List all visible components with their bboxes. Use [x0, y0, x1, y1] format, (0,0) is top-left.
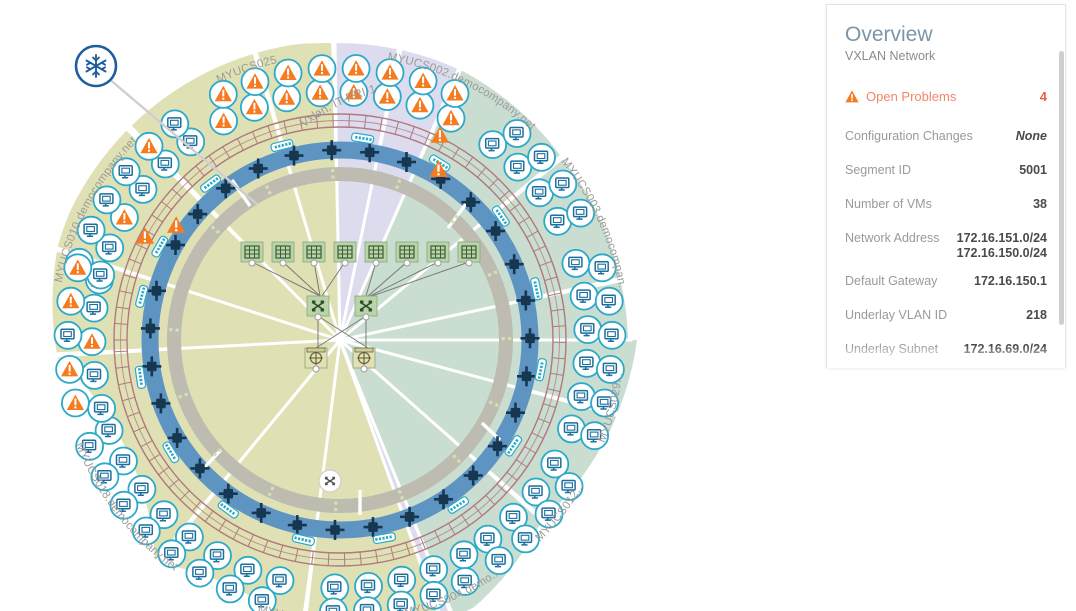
vm-icon[interactable] — [528, 144, 555, 171]
warning-icon[interactable] — [406, 92, 433, 119]
vm-icon[interactable] — [571, 283, 598, 310]
overview-row-label: Underlay VLAN ID — [845, 308, 947, 322]
warning-icon[interactable] — [56, 356, 83, 383]
vm-icon[interactable] — [562, 250, 589, 277]
overview-property-list: Configuration Changes None Segment ID 5001 N… — [845, 123, 1047, 368]
topology-host-node[interactable] — [334, 242, 356, 266]
open-problems-count: 4 — [1040, 89, 1047, 104]
warning-icon[interactable] — [438, 105, 465, 132]
overview-row: Default Gateway 172.16.150.1 — [845, 268, 1047, 302]
topology-switch-node[interactable] — [355, 296, 377, 320]
overview-panel[interactable]: Overview VXLAN Network Open Problems 4 C… — [826, 4, 1066, 368]
gray-ring-switch-node[interactable] — [319, 470, 341, 492]
vm-icon[interactable] — [217, 575, 244, 602]
node-connector — [311, 260, 317, 266]
brick-seam — [114, 351, 127, 352]
node-connector — [315, 314, 321, 320]
node-connector — [249, 260, 255, 266]
overview-row: Underlay Subnet 172.16.69.0/24 — [845, 336, 1047, 368]
overview-row-label: Number of VMs — [845, 197, 932, 211]
overview-row: Configuration Changes None — [845, 123, 1047, 157]
vm-icon[interactable] — [479, 131, 506, 158]
vm-icon[interactable] — [186, 560, 213, 587]
overview-row-value: None — [1016, 129, 1047, 143]
topology-switch-node[interactable] — [307, 296, 329, 320]
open-problems-label: Open Problems — [866, 89, 956, 104]
warning-icon[interactable] — [343, 55, 370, 82]
vm-icon[interactable] — [512, 525, 539, 552]
topology-router-node[interactable] — [305, 348, 327, 372]
panel-subtitle: VXLAN Network — [845, 49, 1047, 63]
overview-row-label: Network Address — [845, 231, 939, 245]
overview-row-value: 218 — [1026, 308, 1047, 322]
node-connector — [361, 366, 367, 372]
warning-icon[interactable] — [309, 55, 336, 82]
node-connector — [404, 260, 410, 266]
vxlan-radial-topology[interactable]: MYUCS002.democompany.net MYUCS025... MYUCS… — [0, 0, 680, 611]
overview-row: Network Address 172.16.151.0/24 172.16.150… — [845, 225, 1047, 268]
brick-seam — [328, 553, 329, 566]
node-connector — [373, 260, 379, 266]
vm-icon[interactable] — [388, 567, 415, 594]
vm-icon[interactable] — [599, 322, 626, 349]
topology-host-node[interactable] — [458, 242, 480, 266]
warning-icon[interactable] — [210, 108, 237, 135]
warning-triangle-icon — [845, 90, 859, 103]
vm-icon[interactable] — [81, 362, 108, 389]
vm-icon[interactable] — [55, 322, 82, 349]
overview-row-label: Configuration Changes — [845, 129, 973, 143]
topology-host-node[interactable] — [303, 242, 325, 266]
vertical-scrollbar[interactable] — [1059, 51, 1064, 325]
warning-icon[interactable] — [62, 390, 89, 417]
node-connector — [363, 314, 369, 320]
overview-row-label: Segment ID — [845, 163, 911, 177]
node-connector — [466, 260, 472, 266]
overview-row-value: 5001 — [1019, 163, 1047, 177]
app-canvas: MYUCS002.democompany.net MYUCS025... MYUCS… — [0, 0, 1076, 611]
overview-row: Underlay VLAN ID 218 — [845, 302, 1047, 336]
topology-host-node[interactable] — [241, 242, 263, 266]
vm-icon[interactable] — [88, 395, 115, 422]
topology-host-node[interactable] — [272, 242, 294, 266]
overview-row: Number of VMs 38 — [845, 191, 1047, 225]
overview-row: Segment ID 5001 — [845, 157, 1047, 191]
warning-icon[interactable] — [79, 328, 106, 355]
vm-icon[interactable] — [573, 350, 600, 377]
overview-row-value: 172.16.150.1 — [974, 274, 1047, 288]
open-problems-row[interactable]: Open Problems 4 — [845, 79, 1047, 123]
node-connector — [313, 366, 319, 372]
page-title: Overview — [845, 23, 1047, 46]
vm-icon[interactable] — [451, 541, 478, 568]
vm-icon[interactable] — [420, 556, 447, 583]
overview-row-value: 172.16.69.0/24 — [964, 342, 1047, 356]
node-connector — [342, 260, 348, 266]
brick-seam — [349, 114, 350, 127]
warning-icon[interactable] — [273, 84, 300, 111]
node-connector — [280, 260, 286, 266]
topology-router-node[interactable] — [353, 348, 375, 372]
warning-icon[interactable] — [374, 83, 401, 110]
vm-icon[interactable] — [355, 573, 382, 600]
topology-host-node[interactable] — [396, 242, 418, 266]
overview-row-label: Underlay Subnet — [845, 342, 938, 356]
node-connector — [435, 260, 441, 266]
warning-icon[interactable] — [57, 288, 84, 315]
vm-icon[interactable] — [321, 574, 348, 601]
warning-icon[interactable] — [210, 81, 237, 108]
overview-row-label: Default Gateway — [845, 274, 937, 288]
warning-icon[interactable] — [241, 94, 268, 121]
vm-icon[interactable] — [574, 316, 601, 343]
overview-row-value: 38 — [1033, 197, 1047, 211]
snowflake-icon[interactable] — [76, 46, 116, 86]
topology-host-node[interactable] — [427, 242, 449, 266]
overview-row-value: 172.16.151.0/24 172.16.150.0/24 — [957, 231, 1047, 262]
warning-icon[interactable] — [136, 133, 163, 160]
topology-host-node[interactable] — [365, 242, 387, 266]
